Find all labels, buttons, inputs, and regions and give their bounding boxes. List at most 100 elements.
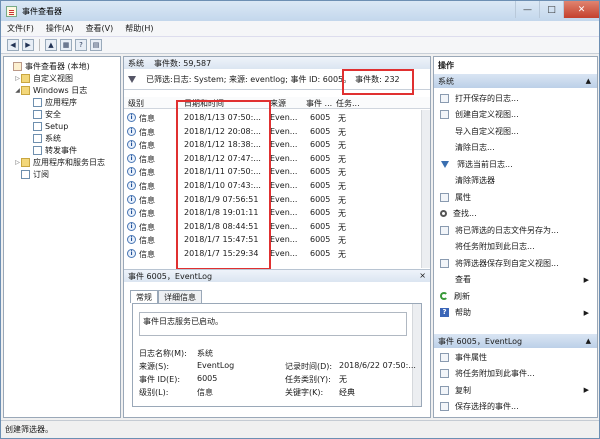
action-item[interactable]: ? 帮助 ▶ [434, 306, 597, 321]
value-event-id: 6005 [197, 374, 218, 383]
action-item[interactable]: 打开保存的日志... [434, 91, 597, 106]
folder-up-icon[interactable]: ▲ [45, 39, 57, 51]
tree-subscriptions[interactable]: 订阅 [14, 168, 49, 180]
table-row[interactable]: i 信息 2018/1/10 07:43:... Even... 6005 无 [124, 179, 430, 193]
action-item[interactable]: 创建自定义视图... [434, 108, 597, 123]
menu-action[interactable]: 操作(A) [40, 23, 80, 34]
cell-eventid: 6005 [310, 140, 331, 150]
maximize-button[interactable]: □ [539, 1, 563, 18]
log-icon [33, 97, 42, 107]
detail-header: 事件 6005，EventLog × [124, 269, 430, 282]
action-item[interactable]: 筛选当前日志... [434, 157, 597, 172]
cell-eventid: 6005 [310, 221, 331, 231]
action-item[interactable]: 事件属性 [434, 350, 597, 365]
cell-level: 信息 [139, 195, 155, 205]
action-item[interactable]: 将任务附加到此事件... [434, 367, 597, 382]
minimize-button[interactable]: — [515, 1, 539, 18]
info-icon: i [127, 249, 136, 258]
value-source: EventLog [197, 361, 235, 370]
tab-details[interactable]: 详细信息 [158, 290, 202, 303]
info-icon: i [127, 235, 136, 245]
table-row[interactable]: i 信息 2018/1/7 15:29:34 Even... 6005 无 [124, 247, 430, 261]
properties-icon[interactable]: ▤ [90, 39, 102, 51]
tree-windows-logs[interactable]: ◢ Windows 日志 [14, 84, 87, 96]
collapse-up-icon: ▲ [585, 337, 591, 345]
detail-close-icon[interactable]: × [419, 271, 426, 280]
menu-file[interactable]: 文件(F) [1, 23, 40, 34]
cell-source: Even... [270, 113, 298, 122]
cell-task: 无 [338, 236, 346, 246]
cell-level: 信息 [139, 250, 155, 259]
submenu-arrow-icon: ▶ [583, 275, 589, 284]
event-list-scrollbar[interactable] [421, 110, 430, 268]
table-row[interactable]: i 信息 2018/1/8 08:44:51 Even... 6005 无 [124, 220, 430, 234]
help-icon[interactable]: ? [75, 39, 87, 51]
table-row[interactable]: i 信息 2018/1/9 07:56:51 Even... 6005 无 [124, 193, 430, 207]
action-item[interactable]: 保存选择的事件... [434, 400, 597, 415]
table-row[interactable]: i 信息 2018/1/13 07:50:... Even... 6005 无 [124, 111, 430, 125]
col-source[interactable]: 来源 [270, 98, 286, 109]
table-row[interactable]: i 信息 2018/1/8 19:01:11 Even... 6005 无 [124, 206, 430, 220]
table-row[interactable]: i 信息 2018/1/12 07:47:... Even... 6005 无 [124, 152, 430, 166]
action-item[interactable]: 属性 [434, 190, 597, 205]
forward-arrow-icon[interactable]: ▶ [22, 39, 34, 51]
menu-view[interactable]: 查看(V) [80, 23, 120, 34]
action-item[interactable]: 查找... [434, 207, 597, 222]
cell-level: 信息 [139, 168, 155, 178]
tree-log-setup[interactable]: Setup [26, 120, 68, 132]
col-level[interactable]: 级别 [128, 98, 144, 109]
table-row[interactable]: i 信息 2018/1/12 18:38:... Even... 6005 无 [124, 138, 430, 152]
action-item[interactable]: 导入自定义视图... [434, 124, 597, 139]
tree-log-application[interactable]: 应用程序 [26, 96, 77, 108]
collapse-up-icon: ▲ [585, 77, 591, 85]
tree-apps-services[interactable]: ▷ 应用程序和服务日志 [14, 156, 105, 168]
properties-icon [440, 192, 449, 202]
tree-log-forwarded[interactable]: 转发事件 [26, 144, 77, 156]
menu-help[interactable]: 帮助(H) [119, 23, 159, 34]
action-item[interactable]: 清除筛选器 [434, 174, 597, 189]
table-row[interactable]: i 信息 2018/1/12 20:08:... Even... 6005 无 [124, 125, 430, 139]
menu-bar: 文件(F) 操作(A) 查看(V) 帮助(H) [1, 21, 599, 37]
cell-eventid: 6005 [310, 153, 331, 163]
console-tree-icon[interactable]: ▦ [60, 39, 72, 51]
tree-root[interactable]: 事件查看器 (本地) [6, 60, 90, 72]
submenu-arrow-icon: ▶ [583, 308, 589, 317]
cell-source: Even... [270, 167, 298, 177]
table-row[interactable]: i 信息 2018/1/11 07:50:... Even... 6005 无 [124, 165, 430, 179]
clear-filter-icon [440, 176, 449, 185]
action-item[interactable]: 刷新 [434, 289, 597, 304]
action-item[interactable]: 将筛选器保存到自定义视图... [434, 256, 597, 271]
cell-eventid: 6005 [310, 235, 331, 245]
cell-task: 无 [338, 222, 346, 232]
detail-scrollbar[interactable] [412, 304, 421, 406]
tab-general[interactable]: 常规 [130, 290, 158, 303]
value-log-name: 系统 [197, 349, 213, 358]
tree-custom-views[interactable]: ▷ 自定义视图 [14, 72, 73, 84]
actions-section-event[interactable]: 事件 6005，EventLog ▲ [434, 334, 597, 348]
cell-eventid: 6005 [310, 126, 331, 136]
cell-level: 信息 [139, 209, 155, 219]
submenu-arrow-icon: ▶ [583, 386, 589, 395]
col-task[interactable]: 任务... [336, 98, 360, 109]
col-eventid[interactable]: 事件 ... [306, 98, 332, 109]
close-button[interactable]: ✕ [563, 1, 599, 18]
tree-log-system[interactable]: 系统 [26, 132, 61, 144]
action-item[interactable]: 复制 ▶ [434, 383, 597, 398]
window-title: 事件查看器 [22, 6, 62, 16]
actions-section-system[interactable]: 系统 ▲ [434, 74, 597, 88]
refresh-icon [440, 292, 448, 301]
label-event-id: 事件 ID(E): [139, 375, 181, 384]
action-item[interactable]: 清除日志... [434, 141, 597, 156]
cell-task: 无 [338, 114, 346, 123]
label-logged: 记录时间(D): [285, 362, 333, 371]
action-item[interactable]: 将已筛选的日志文件另存为... [434, 223, 597, 238]
toolbar: ◀ ▶ ▲ ▦ ? ▤ [1, 37, 599, 54]
event-viewer-icon [13, 61, 22, 71]
cell-task: 无 [338, 250, 346, 259]
tree-log-security[interactable]: 安全 [26, 108, 61, 120]
action-item[interactable]: 将任务附加到此日志... [434, 240, 597, 255]
back-arrow-icon[interactable]: ◀ [7, 39, 19, 51]
table-row[interactable]: i 信息 2018/1/7 15:47:51 Even... 6005 无 [124, 233, 430, 247]
label-keywords: 关键字(K): [285, 388, 324, 397]
action-item[interactable]: 查看 ▶ [434, 273, 597, 288]
